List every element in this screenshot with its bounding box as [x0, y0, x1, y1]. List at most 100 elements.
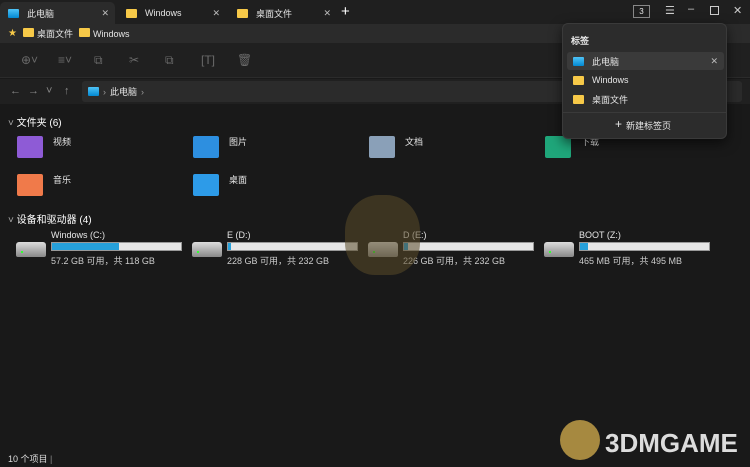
star-icon: ★ — [8, 28, 17, 39]
maximize-button[interactable] — [710, 6, 719, 15]
folder-label: 图片 — [229, 136, 248, 147]
folder-icon — [545, 136, 571, 158]
tab-windows[interactable]: Windows ✕ — [118, 2, 226, 24]
popup-tab-desktop-files[interactable]: 桌面文件 — [567, 90, 724, 108]
forward-icon[interactable]: → — [28, 85, 39, 97]
tab-count-badge[interactable]: 3 — [633, 5, 650, 18]
folder-label: 音乐 — [53, 174, 72, 185]
close-window-button[interactable]: ✕ — [733, 4, 742, 17]
devices-section-header[interactable]: ˅ 设备和驱动器 (4) — [8, 211, 92, 226]
watermark: 3DMGAME — [605, 428, 738, 458]
folder-item[interactable]: 下载 — [545, 136, 599, 158]
popup-title: 标签 — [571, 36, 590, 46]
watermark-logo-icon — [560, 420, 600, 460]
delete-icon[interactable]: 🗑 — [237, 53, 252, 67]
drive-name: E (D:) — [227, 230, 251, 240]
drive-name: BOOT (Z:) — [579, 230, 621, 240]
cut-icon[interactable]: ✂ — [129, 53, 139, 67]
folder-icon — [573, 75, 584, 85]
popup-tab-windows[interactable]: Windows — [567, 71, 724, 89]
new-icon[interactable]: ⊕˅ — [21, 53, 38, 67]
bookmark-windows[interactable]: Windows — [78, 28, 130, 39]
drive-name: Windows (C:) — [51, 230, 106, 240]
drive-icon — [544, 242, 574, 257]
drive-size: 228 GB 可用，共 232 GB — [227, 256, 330, 266]
drive-icon — [192, 242, 222, 257]
item-count: 10 个项目 — [8, 454, 48, 464]
folder-icon — [17, 174, 43, 196]
plus-icon: + — [615, 117, 623, 131]
tab-label: Windows — [145, 8, 182, 18]
tab-label: 桌面文件 — [256, 8, 293, 19]
folder-icon — [17, 136, 43, 158]
new-tab-button[interactable]: + 新建标签页 — [615, 117, 672, 132]
folder-label: 文档 — [405, 136, 424, 147]
chevron-down-icon: ˅ — [8, 215, 17, 226]
folders-section-header[interactable]: ˅ 文件夹 (6) — [8, 114, 62, 129]
section-title: 设备和驱动器 (4) — [16, 215, 92, 226]
recent-chevron-icon[interactable]: ˅ — [46, 85, 52, 97]
bookmark-label: 桌面文件 — [36, 29, 73, 39]
folder-icon — [237, 8, 248, 18]
drive-icon — [16, 242, 46, 257]
minimize-button[interactable]: – — [688, 3, 694, 15]
tab-desktop-files[interactable]: 桌面文件 ✕ — [229, 2, 337, 24]
drive-usage-bar — [227, 242, 358, 251]
rename-icon[interactable]: [T] — [201, 53, 215, 67]
drive-item[interactable]: Windows (C:) 57.2 GB 可用，共 118 GB — [16, 230, 186, 270]
folder-icon — [22, 28, 34, 37]
drive-size: 465 MB 可用，共 495 MB — [579, 256, 683, 266]
monitor-icon — [8, 8, 19, 18]
new-tab-label: 新建标签页 — [626, 121, 672, 131]
folder-icon — [369, 136, 395, 158]
folder-item[interactable]: 视频 — [17, 136, 71, 158]
folder-label: 视频 — [53, 136, 72, 147]
back-icon[interactable]: ← — [10, 85, 21, 97]
up-icon[interactable]: ↑ — [64, 85, 70, 97]
paste-icon[interactable]: ⧉ — [165, 53, 174, 68]
popup-tab-this-pc[interactable]: 此电脑 ✕ — [567, 52, 724, 70]
folder-icon — [126, 8, 137, 18]
view-icon[interactable]: ≡˅ — [58, 53, 72, 67]
new-tab-button[interactable]: + — [341, 3, 350, 20]
tab-this-pc[interactable]: 此电脑 ✕ — [0, 2, 115, 24]
folder-label: 桌面 — [229, 174, 248, 185]
folder-icon — [78, 28, 90, 37]
drive-usage-bar — [403, 242, 534, 251]
drive-usage-bar — [51, 242, 182, 251]
tabs-popup: 标签 此电脑 ✕ Windows 桌面文件 + 新建标签页 — [562, 23, 727, 139]
chevron-right-icon: › — [103, 86, 106, 97]
breadcrumb[interactable]: 此电脑 — [110, 85, 137, 98]
mascot-watermark — [345, 195, 420, 275]
drive-size: 226 GB 可用，共 232 GB — [403, 256, 506, 266]
folder-icon — [193, 136, 219, 158]
folder-item[interactable]: 桌面 — [193, 174, 247, 196]
tab-label: 此电脑 — [27, 8, 55, 19]
folder-icon — [573, 94, 584, 104]
monitor-icon — [88, 87, 99, 96]
menu-icon[interactable]: ☰ — [665, 4, 675, 17]
drive-item[interactable]: E (D:) 228 GB 可用，共 232 GB — [192, 230, 362, 270]
bookmark-label: Windows — [92, 29, 130, 39]
folder-icon — [193, 174, 219, 196]
drive-item[interactable]: BOOT (Z:) 465 MB 可用，共 495 MB — [544, 230, 714, 270]
close-icon[interactable]: ✕ — [710, 56, 718, 67]
drive-size: 57.2 GB 可用，共 118 GB — [51, 256, 155, 266]
monitor-icon — [573, 56, 584, 66]
popup-item-label: 此电脑 — [592, 56, 620, 67]
status-bar: 10 个项目 | — [8, 454, 53, 464]
popup-item-label: Windows — [592, 75, 629, 85]
section-title: 文件夹 (6) — [16, 118, 62, 129]
bookmark-desktop-files[interactable]: 桌面文件 — [22, 27, 73, 40]
copy-icon[interactable]: ⧉ — [94, 53, 103, 68]
tab-bar: 此电脑 ✕ Windows ✕ 桌面文件 ✕ + 3 ☰ – ✕ — [0, 0, 750, 24]
close-tab-icon[interactable]: ✕ — [101, 8, 109, 19]
close-tab-icon[interactable]: ✕ — [212, 8, 220, 19]
close-tab-icon[interactable]: ✕ — [323, 8, 331, 19]
drive-usage-bar — [579, 242, 710, 251]
popup-item-label: 桌面文件 — [592, 94, 629, 105]
folder-item[interactable]: 图片 — [193, 136, 247, 158]
folder-item[interactable]: 音乐 — [17, 174, 71, 196]
chevron-right-icon: › — [141, 86, 145, 97]
folder-item[interactable]: 文档 — [369, 136, 423, 158]
